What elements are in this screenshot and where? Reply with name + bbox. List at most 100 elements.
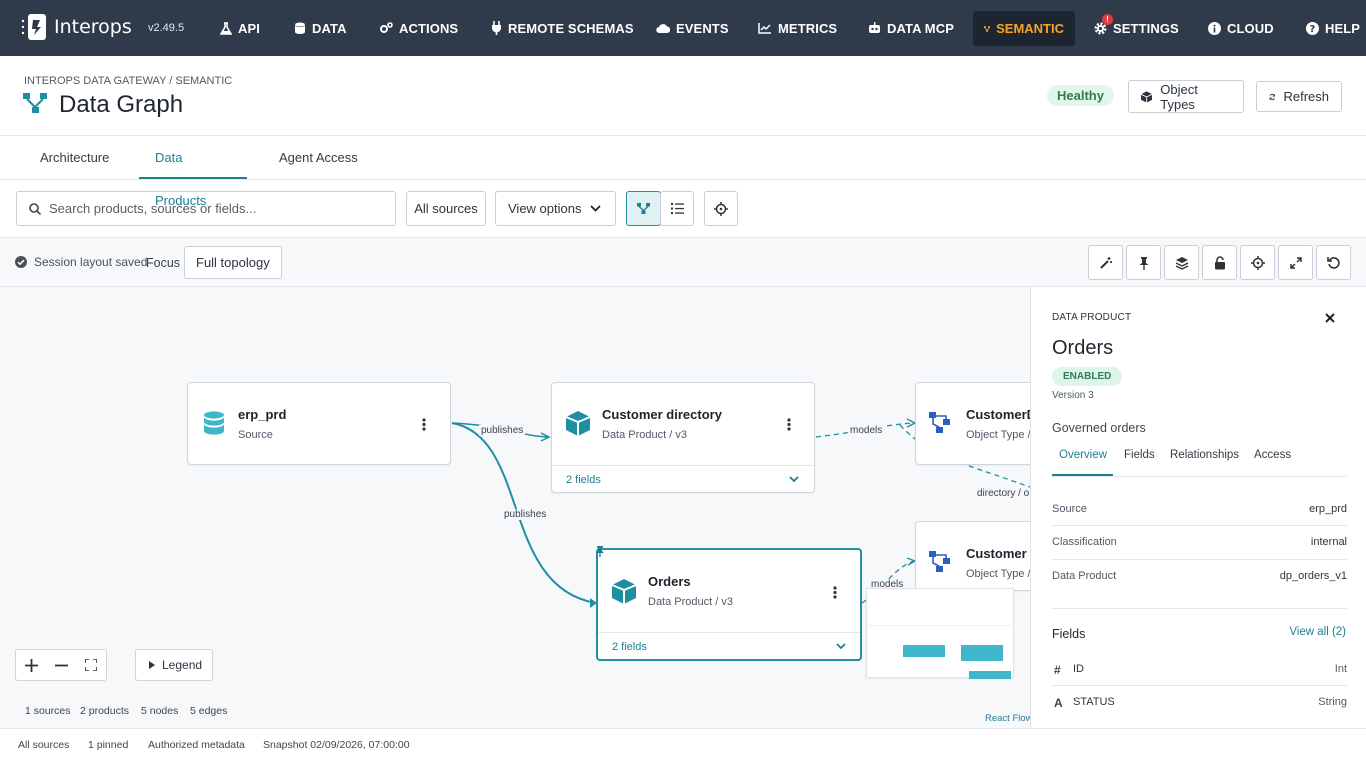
line-chart-icon: [758, 23, 771, 34]
center-button[interactable]: [1240, 245, 1275, 280]
refresh-button[interactable]: Refresh: [1256, 81, 1342, 112]
layers-icon: [1175, 256, 1188, 270]
property-value: internal: [1310, 536, 1347, 548]
search-input[interactable]: [49, 201, 369, 216]
settings-alert-badge: !: [1102, 14, 1113, 25]
check-circle-icon: [15, 256, 27, 268]
panel-tab-relationships[interactable]: Relationships: [1170, 447, 1239, 476]
nav-metrics[interactable]: METRICS: [758, 0, 837, 56]
pinned-icon: [596, 546, 604, 557]
nav-settings[interactable]: SETTINGS: [1094, 0, 1179, 56]
row-divider: [1052, 685, 1347, 686]
nav-help[interactable]: ? HELP: [1306, 0, 1360, 56]
node-divider: [552, 465, 814, 466]
more-vertical-icon[interactable]: [787, 418, 791, 431]
status-snapshot: Snapshot 02/09/2026, 07:00:00: [263, 739, 410, 751]
nav-data[interactable]: DATA: [294, 0, 347, 56]
panel-tab-fields[interactable]: Fields: [1124, 447, 1155, 476]
chevron-down-icon[interactable]: [836, 643, 846, 650]
nav-actions-label: ACTIONS: [399, 20, 459, 36]
reset-layout-button[interactable]: [1316, 245, 1351, 280]
chevron-down-icon[interactable]: [789, 476, 799, 483]
all-sources-button[interactable]: All sources: [406, 191, 486, 226]
health-status-badge: Healthy: [1047, 85, 1114, 106]
search-box[interactable]: [16, 191, 396, 226]
minimap[interactable]: [866, 588, 1015, 679]
view-all-fields-link[interactable]: View all (2): [1289, 626, 1346, 638]
unlock-button[interactable]: [1202, 245, 1237, 280]
nav-data-mcp[interactable]: DATA MCP: [868, 0, 954, 56]
status-bar: All sources 1 pinned Authorized metadata…: [0, 728, 1366, 762]
caret-right-icon: [149, 661, 155, 669]
panel-tab-access[interactable]: Access: [1254, 447, 1291, 476]
zoom-in-button[interactable]: [16, 650, 46, 680]
react-flow-attribution[interactable]: React Flow: [985, 713, 1033, 724]
panel-kind: DATA PRODUCT: [1052, 312, 1132, 323]
legend-label: Legend: [162, 658, 203, 672]
status-sources: All sources: [18, 739, 70, 751]
graph-view-toggle[interactable]: [626, 191, 661, 226]
pin-button[interactable]: [1126, 245, 1161, 280]
node-title: erp_prd: [238, 407, 287, 422]
node-erp-prd[interactable]: erp_prd Source: [187, 382, 451, 465]
fit-view-button[interactable]: [76, 650, 106, 680]
interops-logo-icon: [21, 14, 46, 40]
nav-help-label: HELP: [1325, 20, 1361, 36]
nav-remote-schemas[interactable]: REMOTE SCHEMAS: [491, 0, 634, 56]
legend-toggle[interactable]: Legend: [135, 649, 213, 681]
row-divider: [1052, 525, 1347, 526]
node-orders[interactable]: Orders Data Product / v3 2 fields: [596, 548, 862, 661]
locate-button[interactable]: [704, 191, 738, 226]
session-saved-status: Session layout saved: [15, 255, 147, 269]
expand-button[interactable]: [1278, 245, 1313, 280]
node-fields-count[interactable]: 2 fields: [566, 474, 601, 486]
zoom-out-button[interactable]: [46, 650, 76, 680]
nav-semantic[interactable]: SEMANTIC: [973, 11, 1075, 46]
minimap-viewport-edge: [867, 625, 1015, 626]
plug-icon: [492, 21, 501, 35]
node-subtitle: Data Product / v3: [602, 429, 687, 441]
tab-architecture[interactable]: Architecture: [24, 136, 125, 179]
nav-actions[interactable]: ACTIONS: [380, 0, 458, 56]
tab-agent-access[interactable]: Agent Access: [263, 136, 374, 179]
tab-data-products[interactable]: Data Products: [139, 136, 247, 208]
nav-remote-schemas-label: REMOTE SCHEMAS: [508, 20, 634, 36]
edge-label-publishes: publishes: [502, 509, 549, 520]
edge-label-publishes: publishes: [479, 425, 526, 436]
property-value: dp_orders_v1: [1279, 570, 1347, 582]
nav-events[interactable]: EVENTS: [656, 0, 729, 56]
status-metadata: Authorized metadata: [148, 739, 245, 751]
row-divider: [1052, 559, 1347, 560]
node-customer-directory[interactable]: Customer directory Data Product / v3 2 f…: [551, 382, 815, 493]
field-type: Int: [1334, 663, 1347, 675]
panel-version: Version 3: [1052, 390, 1094, 401]
auto-layout-button[interactable]: [1088, 245, 1123, 280]
panel-tab-overview[interactable]: Overview: [1052, 447, 1113, 476]
stat-products: 2 products: [80, 705, 130, 717]
expand-icon: [1289, 256, 1302, 269]
more-vertical-icon[interactable]: [833, 586, 837, 599]
view-options-dropdown[interactable]: View options: [495, 191, 616, 226]
nav-api-label: API: [238, 20, 260, 36]
stat-sources: 1 sources: [25, 705, 71, 717]
object-types-button[interactable]: Object Types: [1128, 80, 1244, 113]
edge-label-models: models: [848, 425, 885, 436]
nav-cloud[interactable]: CLOUD: [1208, 0, 1274, 56]
cube-icon: [1141, 90, 1153, 103]
unlock-icon: [1214, 255, 1225, 269]
graph-icon: [637, 203, 650, 214]
stat-edges: 5 edges: [190, 705, 228, 717]
graph-toolbar: All sources View options: [0, 180, 1366, 238]
node-title: Customer: [966, 546, 1027, 561]
close-icon[interactable]: [1325, 313, 1335, 323]
nav-api[interactable]: API: [220, 0, 260, 56]
focus-full-topology-button[interactable]: Full topology: [184, 246, 282, 279]
more-vertical-icon[interactable]: [422, 418, 426, 431]
info-icon: [1208, 21, 1221, 35]
node-fields-count[interactable]: 2 fields: [612, 641, 647, 653]
list-view-toggle[interactable]: [660, 191, 694, 226]
nav-data-mcp-label: DATA MCP: [887, 20, 954, 36]
brand[interactable]: Interops: [20, 13, 132, 41]
node-title: Customer directory: [602, 407, 722, 422]
layers-button[interactable]: [1164, 245, 1199, 280]
